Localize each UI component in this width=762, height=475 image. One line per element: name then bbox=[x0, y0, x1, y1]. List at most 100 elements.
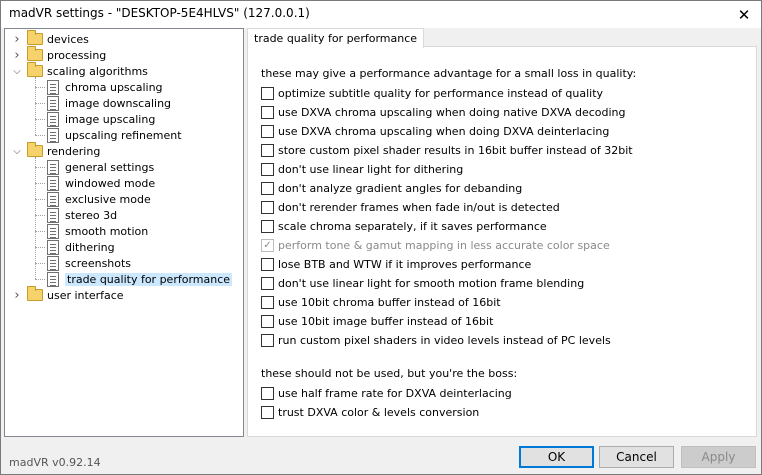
tab-trade-quality[interactable]: trade quality for performance bbox=[247, 28, 425, 48]
ok-button[interactable]: OK bbox=[519, 446, 594, 468]
tree-item-label: upscaling refinement bbox=[65, 128, 182, 142]
checkbox[interactable] bbox=[261, 219, 274, 233]
folder-icon bbox=[27, 286, 43, 301]
checkbox[interactable] bbox=[261, 162, 274, 176]
option-label: perform tone & gamut mapping in less acc… bbox=[278, 238, 610, 252]
tree-item-label: devices bbox=[47, 32, 89, 46]
page-icon bbox=[47, 175, 59, 191]
tree-item[interactable]: general settings bbox=[47, 159, 154, 175]
tree-item[interactable]: smooth motion bbox=[47, 223, 148, 239]
checkbox-checked[interactable]: ✓ bbox=[261, 238, 274, 252]
tree-item-label: smooth motion bbox=[65, 224, 149, 238]
chevron-right-icon[interactable]: › bbox=[12, 31, 22, 47]
checkbox[interactable] bbox=[261, 405, 274, 419]
tree-connector bbox=[35, 263, 45, 264]
tree-item[interactable]: dithering bbox=[47, 239, 115, 255]
tree-connector bbox=[35, 247, 45, 248]
checkbox[interactable] bbox=[261, 333, 274, 347]
tree-item[interactable]: chroma upscaling bbox=[47, 79, 163, 95]
tree-item-label: exclusive mode bbox=[65, 192, 151, 206]
chevron-right-icon[interactable]: › bbox=[12, 47, 22, 63]
option-label: use 10bit image buffer instead of 16bit bbox=[278, 314, 494, 328]
option-row[interactable]: use 10bit image buffer instead of 16bit bbox=[261, 313, 493, 329]
chevron-down-icon[interactable]: ⌵ bbox=[12, 63, 22, 79]
tree-item[interactable]: ⌵ scaling algorithms bbox=[13, 62, 148, 79]
tree-item[interactable]: › processing bbox=[14, 46, 106, 63]
option-row[interactable]: don't rerender frames when fade in/out i… bbox=[261, 199, 560, 215]
tree-item-label: scaling algorithms bbox=[47, 64, 148, 78]
option-row[interactable]: store custom pixel shader results in 16b… bbox=[261, 142, 633, 158]
tree-item-label: screenshots bbox=[65, 256, 132, 270]
tree-item[interactable]: windowed mode bbox=[47, 175, 155, 191]
tree-item-label: rendering bbox=[47, 144, 101, 158]
option-row[interactable]: don't use linear light for smooth motion… bbox=[261, 275, 584, 291]
option-label: use DXVA chroma upscaling when doing nat… bbox=[278, 105, 626, 119]
option-label: run custom pixel shaders in video levels… bbox=[278, 333, 611, 347]
page-icon bbox=[47, 191, 59, 207]
tree-connector bbox=[35, 157, 36, 279]
tree-item[interactable]: image downscaling bbox=[47, 95, 171, 111]
tree-item[interactable]: upscaling refinement bbox=[47, 127, 182, 143]
window-title: madVR settings - "DESKTOP-5E4HLVS" (127.… bbox=[9, 6, 310, 20]
title-bar: madVR settings - "DESKTOP-5E4HLVS" (127.… bbox=[1, 1, 761, 28]
folder-icon bbox=[27, 142, 43, 157]
option-row[interactable]: use 10bit chroma buffer instead of 16bit bbox=[261, 294, 501, 310]
checkbox[interactable] bbox=[261, 200, 274, 214]
checkbox[interactable] bbox=[261, 86, 274, 100]
tree-item-label: trade quality for performance bbox=[65, 272, 233, 286]
tree-item[interactable]: › user interface bbox=[14, 286, 124, 303]
tree-item-label: dithering bbox=[65, 240, 115, 254]
checkbox[interactable] bbox=[261, 143, 274, 157]
page-icon bbox=[47, 239, 59, 255]
option-label: don't use linear light for dithering bbox=[278, 162, 464, 176]
checkbox[interactable] bbox=[261, 105, 274, 119]
option-label: optimize subtitle quality for performanc… bbox=[278, 86, 604, 100]
settings-window: madVR settings - "DESKTOP-5E4HLVS" (127.… bbox=[0, 0, 762, 475]
option-row[interactable]: use DXVA chroma upscaling when doing DXV… bbox=[261, 123, 609, 139]
tree-item[interactable]: trade quality for performance bbox=[47, 271, 233, 287]
checkbox[interactable] bbox=[261, 181, 274, 195]
checkbox[interactable] bbox=[261, 276, 274, 290]
tree-item[interactable]: screenshots bbox=[47, 255, 131, 271]
checkbox[interactable] bbox=[261, 257, 274, 271]
option-label: scale chroma separately, if it saves per… bbox=[278, 219, 547, 233]
option-row[interactable]: scale chroma separately, if it saves per… bbox=[261, 218, 547, 234]
tree-item[interactable]: exclusive mode bbox=[47, 191, 151, 207]
page-icon bbox=[47, 255, 59, 271]
page-icon bbox=[47, 159, 59, 175]
option-row[interactable]: trust DXVA color & levels conversion bbox=[261, 404, 479, 420]
option-row[interactable]: run custom pixel shaders in video levels… bbox=[261, 332, 611, 348]
option-label: store custom pixel shader results in 16b… bbox=[278, 143, 633, 157]
tree-item[interactable]: stereo 3d bbox=[47, 207, 117, 223]
tree-connector bbox=[35, 215, 45, 216]
tree-connector bbox=[35, 103, 45, 104]
tree-connector bbox=[35, 77, 36, 135]
option-row[interactable]: ✓ perform tone & gamut mapping in less ac… bbox=[261, 237, 610, 253]
chevron-down-icon[interactable]: ⌵ bbox=[12, 143, 22, 159]
checkbox[interactable] bbox=[261, 314, 274, 328]
page-icon bbox=[47, 111, 59, 127]
checkbox[interactable] bbox=[261, 295, 274, 309]
page-icon bbox=[47, 271, 59, 287]
option-row[interactable]: lose BTB and WTW if it improves performa… bbox=[261, 256, 531, 272]
option-row[interactable]: don't analyze gradient angles for deband… bbox=[261, 180, 522, 196]
tree-connector bbox=[35, 183, 45, 184]
tree-connector bbox=[35, 167, 45, 168]
tree-item[interactable]: image upscaling bbox=[47, 111, 155, 127]
option-row[interactable]: use half frame rate for DXVA deinterlaci… bbox=[261, 385, 512, 401]
option-label: don't analyze gradient angles for deband… bbox=[278, 181, 523, 195]
version-label: madVR v0.92.14 bbox=[9, 456, 101, 469]
option-row[interactable]: don't use linear light for dithering bbox=[261, 161, 463, 177]
tree-connector bbox=[35, 279, 45, 280]
close-icon[interactable]: ✕ bbox=[727, 1, 761, 28]
checkbox[interactable] bbox=[261, 124, 274, 138]
option-row[interactable]: optimize subtitle quality for performanc… bbox=[261, 85, 603, 101]
option-row[interactable]: use DXVA chroma upscaling when doing nat… bbox=[261, 104, 625, 120]
checkbox[interactable] bbox=[261, 386, 274, 400]
chevron-right-icon[interactable]: › bbox=[12, 287, 22, 303]
tree-item[interactable]: › devices bbox=[14, 30, 89, 47]
option-label: use half frame rate for DXVA deinterlaci… bbox=[278, 386, 512, 400]
cancel-button[interactable]: Cancel bbox=[599, 446, 674, 468]
apply-button[interactable]: Apply bbox=[681, 446, 756, 468]
tree-item[interactable]: ⌵ rendering bbox=[13, 142, 101, 159]
